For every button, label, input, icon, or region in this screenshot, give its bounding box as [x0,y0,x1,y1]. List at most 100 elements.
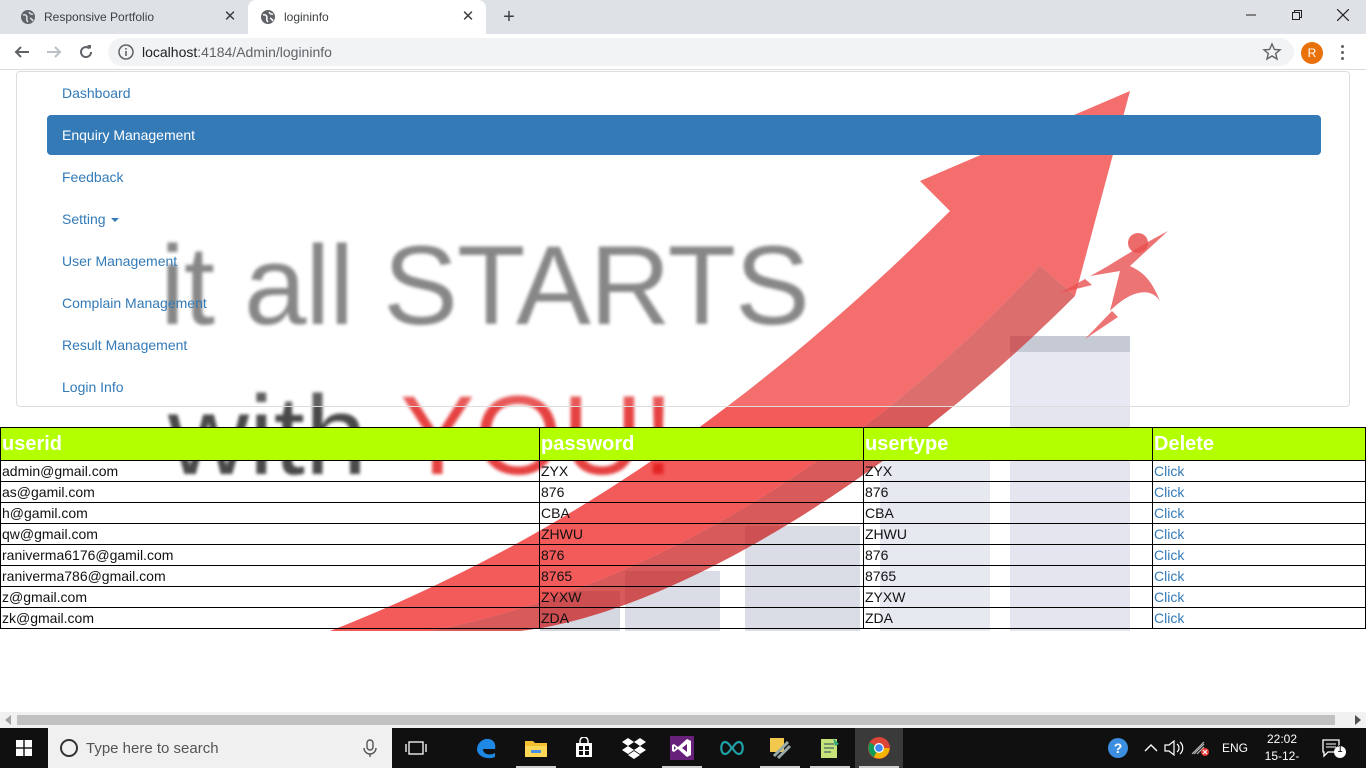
reload-button[interactable] [74,40,98,64]
nav-result-management[interactable]: Result Management [47,325,1321,365]
network-disconnected-icon[interactable] [1190,740,1210,756]
browser-tab-strip: Responsive Portfolio ✕ logininfo ✕ + [0,0,1366,34]
scroll-left-arrow[interactable] [5,715,11,725]
cell-usertype: ZHWU [863,523,1153,545]
cell-userid: raniverma6176@gamil.com [0,544,540,566]
url-host: localhost [142,44,198,60]
delete-link[interactable]: Click [1154,505,1184,521]
table-row: qw@gmail.com ZHWU ZHWU Click [0,523,1366,545]
delete-link[interactable]: Click [1154,610,1184,626]
search-placeholder: Type here to search [86,739,219,757]
delete-link[interactable]: Click [1154,484,1184,500]
delete-link[interactable]: Click [1154,463,1184,479]
address-bar[interactable]: localhost:4184/Admin/logininfo [108,38,1294,66]
admin-navbar: Dashboard Enquiry Management Feedback Se… [16,71,1350,407]
delete-link[interactable]: Click [1154,547,1184,563]
svg-text:?: ? [1114,740,1123,756]
cell-delete: Click [1152,565,1366,587]
browser-menu-button[interactable] [1336,42,1348,62]
browser-toolbar: localhost:4184/Admin/logininfo R [0,34,1366,70]
delete-link[interactable]: Click [1154,526,1184,542]
speaker-icon[interactable] [1164,740,1184,756]
taskbar-tools-app[interactable] [756,728,804,768]
nav-feedback[interactable]: Feedback [47,157,1321,197]
cell-usertype: 876 [863,544,1153,566]
start-button[interactable] [0,728,48,768]
horizontal-scrollbar[interactable] [0,712,1366,728]
cell-password: CBA [539,502,864,524]
arrow-left-icon [14,46,29,58]
back-button[interactable] [10,40,34,64]
header-usertype: usertype [863,427,1153,461]
dropbox-icon [622,738,646,759]
nav-label: Complain Management [62,295,207,311]
task-view-button[interactable] [392,728,440,768]
info-icon[interactable] [118,44,134,60]
page-viewport: it all STARTS with YOU! Dashboard Enquir… [0,71,1366,712]
header-delete: Delete [1152,427,1366,461]
taskbar-file-explorer[interactable] [512,728,560,768]
close-tab-icon[interactable]: ✕ [460,9,476,25]
taskbar-notepad-app[interactable] [806,728,854,768]
forward-button[interactable] [42,40,66,64]
taskbar-edge[interactable] [462,728,510,768]
nav-enquiry-management[interactable]: Enquiry Management [47,115,1321,155]
search-icon [60,739,78,757]
help-icon[interactable]: ? [1106,736,1130,760]
cell-usertype: ZYXW [863,586,1153,608]
delete-link[interactable]: Click [1154,589,1184,605]
minimize-button[interactable] [1228,0,1274,30]
url-path: :4184/Admin/logininfo [197,44,332,60]
visual-studio-icon [670,736,694,760]
cell-delete: Click [1152,523,1366,545]
nav-user-management[interactable]: User Management [47,241,1321,281]
taskbar-search-box[interactable]: Type here to search [48,728,392,768]
tab-responsive-portfolio[interactable]: Responsive Portfolio ✕ [8,0,248,34]
login-info-table: userid password usertype Delete admin@gm… [0,427,1366,629]
cell-usertype: ZDA [863,607,1153,629]
nav-complain-management[interactable]: Complain Management [47,283,1321,323]
taskbar-chrome[interactable] [855,728,903,768]
close-icon [1337,9,1349,21]
profile-avatar[interactable]: R [1301,42,1323,64]
close-tab-icon[interactable]: ✕ [222,9,238,25]
clock-time: 22:02 [1266,732,1298,746]
nav-login-info[interactable]: Login Info [47,367,1321,407]
nav-setting-dropdown[interactable]: Setting [47,199,1321,239]
new-tab-button[interactable]: + [498,6,520,28]
notepad-icon [821,738,839,758]
bookmark-star-icon[interactable] [1262,42,1282,62]
microphone-icon[interactable] [360,738,380,758]
taskbar-visual-studio[interactable] [658,728,706,768]
taskbar-store[interactable] [560,728,608,768]
notification-count: 1 [1337,744,1343,755]
restore-button[interactable] [1274,0,1320,30]
nav-dashboard[interactable]: Dashboard [47,73,1321,113]
cell-password: ZYXW [539,586,864,608]
globe-icon [21,10,35,24]
action-center-button[interactable]: 1 [1322,738,1346,758]
chrome-icon [868,737,890,759]
task-view-icon [405,741,427,755]
tab-logininfo[interactable]: logininfo ✕ [248,0,486,34]
windows-taskbar: Type here to search ? ENG 22:02 15-12-20… [0,728,1366,780]
taskbar-dropbox[interactable] [610,728,658,768]
delete-link[interactable]: Click [1154,568,1184,584]
minimize-icon [1246,14,1256,16]
nav-label: User Management [62,253,178,269]
cell-usertype: CBA [863,502,1153,524]
close-window-button[interactable] [1320,0,1366,30]
arduino-infinity-icon [720,740,744,756]
taskbar-arduino[interactable] [708,728,756,768]
windows-logo-icon [16,740,32,756]
tab-title: logininfo [284,10,329,24]
folder-icon [525,741,547,757]
input-language[interactable]: ENG [1222,741,1248,755]
taskbar-clock[interactable]: 22:02 15-12-2020 [1252,731,1312,782]
scrollbar-thumb[interactable] [17,715,1335,725]
chevron-up-icon[interactable] [1144,743,1158,753]
clock-date: 15-12-2020 [1264,749,1300,780]
cell-delete: Click [1152,544,1366,566]
scroll-right-arrow[interactable] [1355,715,1361,725]
reload-icon [80,45,93,59]
